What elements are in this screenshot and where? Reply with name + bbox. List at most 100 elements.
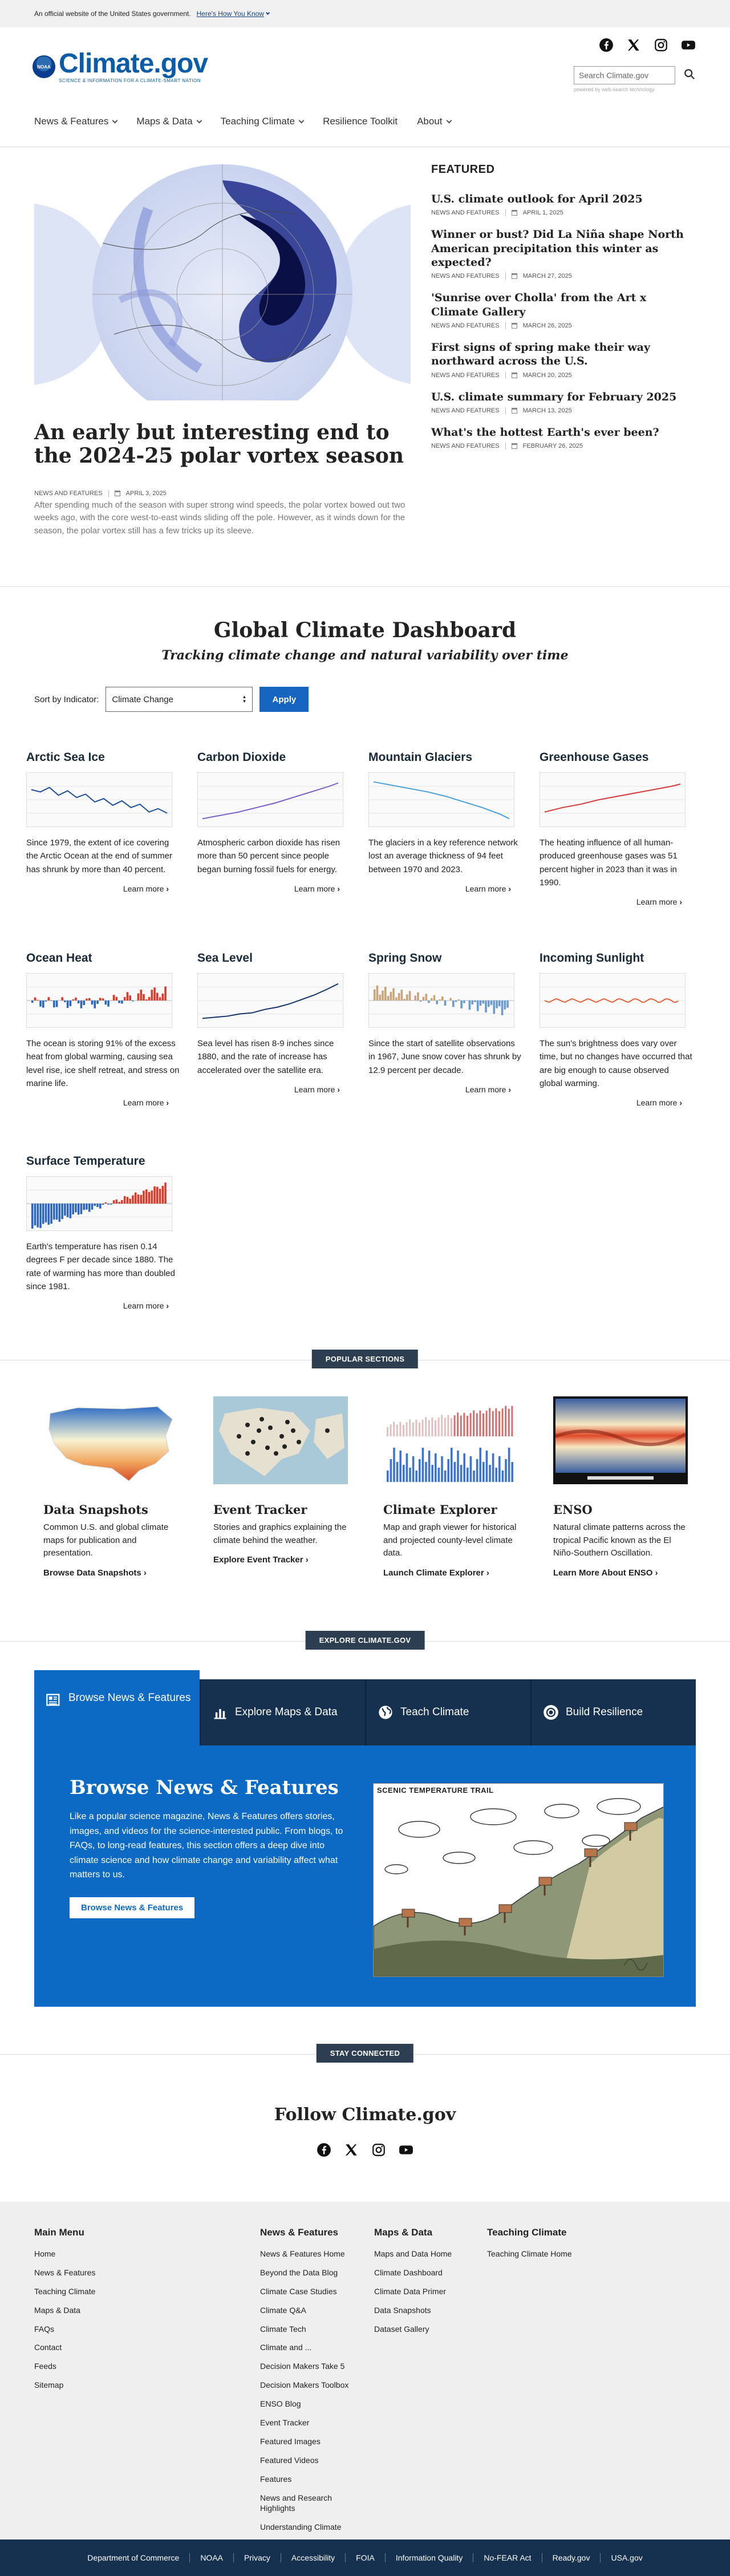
- tab-explore-maps-data[interactable]: Explore Maps & Data: [200, 1679, 365, 1745]
- x-icon[interactable]: [344, 2142, 359, 2160]
- footer-link[interactable]: News & Features Home: [260, 2249, 345, 2258]
- footer-link[interactable]: Featured Videos: [260, 2456, 318, 2465]
- search-input[interactable]: [574, 66, 675, 84]
- learn-more-link[interactable]: Learn more: [368, 884, 522, 893]
- launch-climate-explorer-link[interactable]: Launch Climate Explorer: [383, 1568, 520, 1578]
- footer-link[interactable]: ENSO Blog: [260, 2399, 301, 2408]
- tab-teach-climate[interactable]: Teach Climate: [365, 1679, 530, 1745]
- explore-event-tracker-link[interactable]: Explore Event Tracker: [213, 1555, 350, 1565]
- apply-button[interactable]: Apply: [259, 687, 309, 712]
- footer-link[interactable]: Beyond the Data Blog: [260, 2268, 338, 2277]
- footer-bottom-link[interactable]: USA.gov: [601, 2553, 652, 2562]
- footer-link[interactable]: Featured Images: [260, 2437, 321, 2446]
- dashboard-card-chart[interactable]: [540, 772, 686, 827]
- footer-bottom-link[interactable]: FOIA: [346, 2553, 386, 2562]
- how-you-know-link[interactable]: Here's How You Know: [197, 10, 264, 18]
- footer-link[interactable]: Features: [260, 2474, 291, 2484]
- x-icon[interactable]: [626, 38, 641, 55]
- instagram-icon[interactable]: [654, 38, 668, 55]
- footer-link[interactable]: Contact: [34, 2343, 62, 2352]
- featured-item-title[interactable]: Winner or bust? Did La Niña shape North …: [431, 228, 696, 269]
- dashboard-card-title[interactable]: Spring Snow: [368, 951, 522, 965]
- footer-bottom-link[interactable]: Information Quality: [386, 2553, 474, 2562]
- footer-link[interactable]: Climate and ...: [260, 2343, 311, 2352]
- tab-browse-news-features[interactable]: Browse News & Features: [34, 1670, 200, 1743]
- footer-link[interactable]: News & Features: [34, 2268, 95, 2277]
- footer-link[interactable]: Sitemap: [34, 2380, 63, 2389]
- event-tracker-thumbnail[interactable]: [213, 1396, 348, 1484]
- footer-link[interactable]: Home: [34, 2249, 55, 2258]
- footer-link[interactable]: Understanding Climate: [260, 2522, 341, 2532]
- nav-news-features[interactable]: News & Features: [34, 116, 118, 127]
- dashboard-card-chart[interactable]: [26, 1176, 172, 1231]
- footer-link[interactable]: Data Snapshots: [374, 2306, 431, 2315]
- footer-bottom-link[interactable]: Ready.gov: [542, 2553, 601, 2562]
- footer-link[interactable]: Event Tracker: [260, 2418, 309, 2427]
- dashboard-card-title[interactable]: Carbon Dioxide: [197, 751, 351, 764]
- dashboard-card-chart[interactable]: [368, 772, 514, 827]
- footer-link[interactable]: Maps & Data: [34, 2306, 80, 2315]
- footer-link[interactable]: Decision Makers Take 5: [260, 2362, 344, 2371]
- dashboard-card-chart[interactable]: [26, 772, 172, 827]
- dashboard-card-chart[interactable]: [540, 973, 686, 1028]
- footer-link[interactable]: Decision Makers Toolbox: [260, 2380, 348, 2389]
- nav-about[interactable]: About: [417, 116, 452, 127]
- dashboard-card-chart[interactable]: [197, 973, 343, 1028]
- footer-bottom-link[interactable]: Department of Commerce: [77, 2553, 190, 2562]
- learn-more-link[interactable]: Learn more: [540, 897, 694, 906]
- nav-teaching-climate[interactable]: Teaching Climate: [221, 116, 305, 127]
- hero-title[interactable]: An early but interesting end to the 2024…: [34, 420, 411, 468]
- footer-link[interactable]: Dataset Gallery: [374, 2324, 429, 2334]
- browse-data-snapshots-link[interactable]: Browse Data Snapshots: [43, 1568, 180, 1578]
- dashboard-card-title[interactable]: Ocean Heat: [26, 951, 180, 965]
- dashboard-card-title[interactable]: Mountain Glaciers: [368, 751, 522, 764]
- learn-more-link[interactable]: Learn more: [197, 884, 351, 893]
- learn-more-link[interactable]: Learn more: [26, 884, 180, 893]
- footer-link[interactable]: Feeds: [34, 2362, 56, 2371]
- learn-more-link[interactable]: Learn more: [368, 1085, 522, 1094]
- footer-link[interactable]: News and Research Highlights: [260, 2493, 332, 2513]
- footer-bottom-link[interactable]: Accessibility: [281, 2553, 346, 2562]
- featured-item-title[interactable]: U.S. climate outlook for April 2025: [431, 192, 696, 206]
- site-logo[interactable]: NOAA Climate.gov SCIENCE & INFORMATION F…: [33, 50, 208, 83]
- learn-more-link[interactable]: Learn more: [197, 1085, 351, 1094]
- dashboard-card-title[interactable]: Incoming Sunlight: [540, 951, 694, 965]
- indicator-select[interactable]: Climate Change ▲ ▼: [106, 687, 253, 712]
- footer-link[interactable]: Climate Data Primer: [374, 2287, 446, 2296]
- learn-more-link[interactable]: Learn more: [26, 1301, 180, 1310]
- facebook-icon[interactable]: [317, 2142, 331, 2160]
- featured-item-title[interactable]: 'Sunrise over Cholla' from the Art x Cli…: [431, 291, 696, 319]
- dashboard-card-title[interactable]: Greenhouse Gases: [540, 751, 694, 764]
- footer-bottom-link[interactable]: Privacy: [234, 2553, 281, 2562]
- learn-more-link[interactable]: Learn more: [540, 1098, 694, 1107]
- footer-link[interactable]: Teaching Climate Home: [487, 2249, 572, 2258]
- data-snapshots-thumbnail[interactable]: [43, 1396, 178, 1484]
- dashboard-card-title[interactable]: Sea Level: [197, 951, 351, 965]
- learn-more-enso-link[interactable]: Learn More About ENSO: [553, 1568, 690, 1578]
- youtube-icon[interactable]: [681, 38, 696, 55]
- footer-link[interactable]: Climate Dashboard: [374, 2268, 443, 2277]
- nav-maps-data[interactable]: Maps & Data: [136, 116, 202, 127]
- dashboard-card-title[interactable]: Arctic Sea Ice: [26, 751, 180, 764]
- footer-bottom-link[interactable]: NOAA: [190, 2553, 234, 2562]
- featured-item-title[interactable]: U.S. climate summary for February 2025: [431, 390, 696, 404]
- dashboard-card-chart[interactable]: [368, 973, 514, 1028]
- footer-link[interactable]: FAQs: [34, 2324, 54, 2334]
- footer-bottom-link[interactable]: No-FEAR Act: [473, 2553, 542, 2562]
- footer-link[interactable]: Maps and Data Home: [374, 2249, 452, 2258]
- featured-item-title[interactable]: What's the hottest Earth's ever been?: [431, 426, 696, 439]
- footer-link[interactable]: Climate Q&A: [260, 2306, 306, 2315]
- footer-link[interactable]: Climate Case Studies: [260, 2287, 337, 2296]
- featured-item-title[interactable]: First signs of spring make their way nor…: [431, 341, 696, 368]
- learn-more-link[interactable]: Learn more: [26, 1098, 180, 1107]
- dashboard-card-title[interactable]: Surface Temperature: [26, 1155, 180, 1168]
- tab-build-resilience[interactable]: Build Resilience: [530, 1679, 696, 1745]
- enso-thumbnail[interactable]: [553, 1396, 688, 1484]
- footer-link[interactable]: Teaching Climate: [34, 2287, 95, 2296]
- dashboard-card-chart[interactable]: [197, 772, 343, 827]
- hero-image[interactable]: [34, 163, 411, 400]
- instagram-icon[interactable]: [371, 2142, 386, 2160]
- climate-explorer-thumbnail[interactable]: [383, 1396, 518, 1484]
- nav-resilience-toolkit[interactable]: Resilience Toolkit: [323, 116, 398, 127]
- browse-news-features-button[interactable]: Browse News & Features: [70, 1897, 195, 1918]
